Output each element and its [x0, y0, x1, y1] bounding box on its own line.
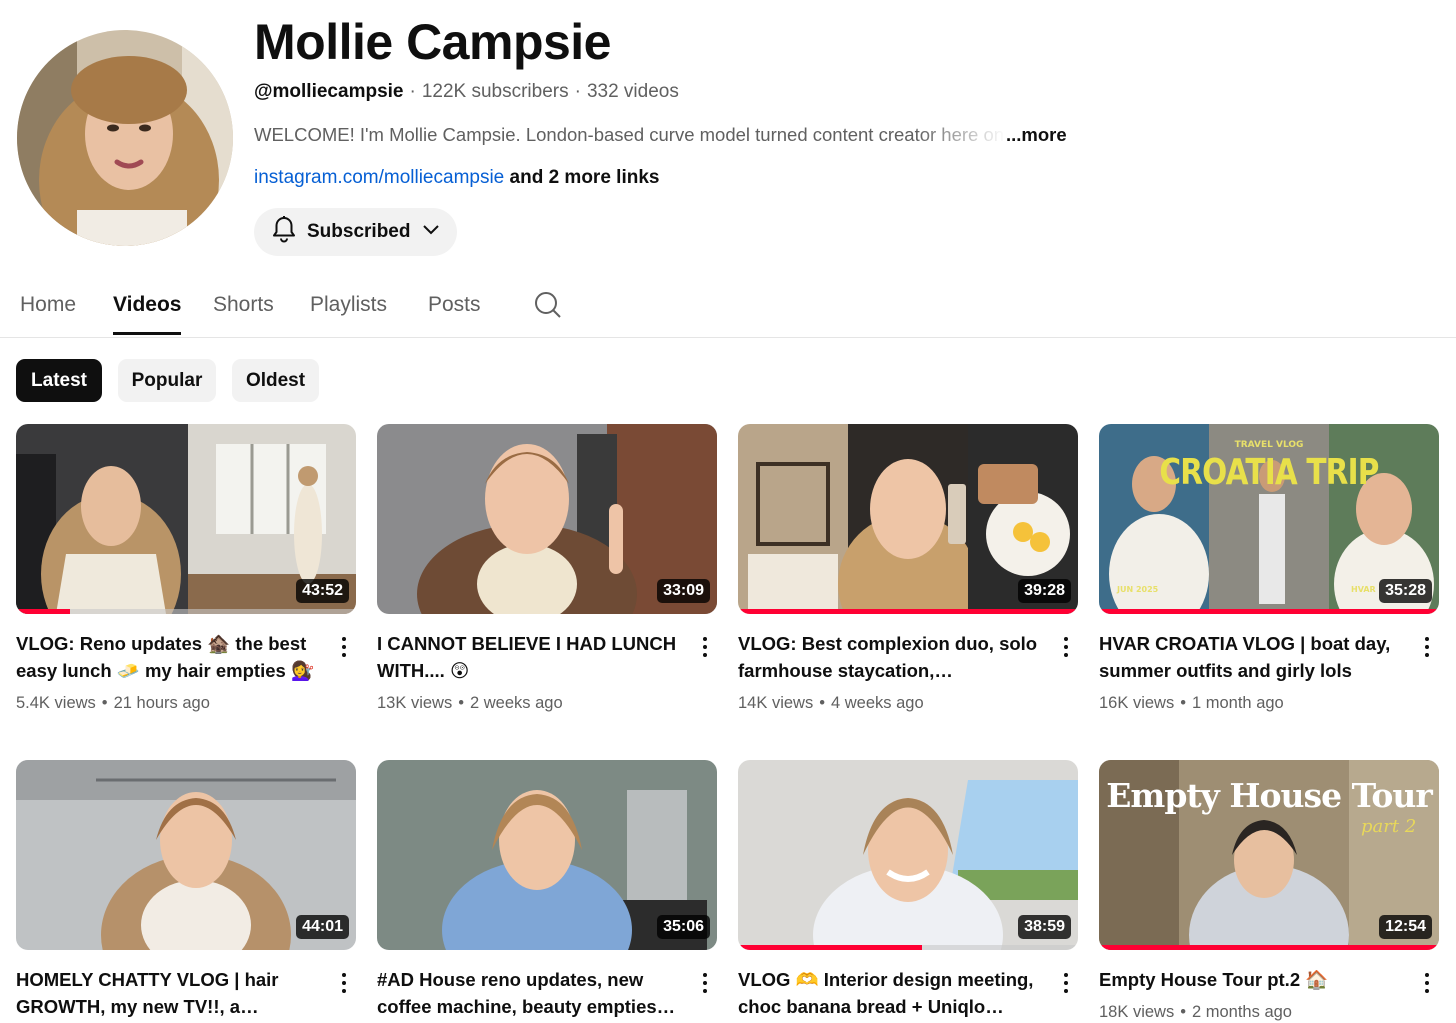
- video-thumbnail[interactable]: 44:01: [16, 760, 356, 950]
- video-duration: 33:09: [657, 579, 710, 603]
- thumbnail-caption-date: JUN 2025: [1117, 585, 1159, 594]
- more-vertical-icon[interactable]: [1417, 634, 1437, 660]
- video-stats: 5.4K views • 21 hours ago: [16, 694, 210, 712]
- channel-tabs: Home Videos Shorts Playlists Posts: [0, 286, 1456, 338]
- upload-age: 2 months ago: [1191, 1003, 1292, 1021]
- video-stats: 13K views • 2 weeks ago: [377, 694, 563, 712]
- video-card: 38:59 VLOG 🫶 Interior design meeting, ch…: [738, 760, 1078, 1017]
- video-thumbnail[interactable]: 38:59: [738, 760, 1078, 950]
- video-title[interactable]: VLOG: Reno updates 🏚️ the best easy lunc…: [16, 630, 324, 684]
- watch-progress: [16, 609, 356, 614]
- channel-description[interactable]: WELCOME! I'm Mollie Campsie. London-base…: [254, 122, 1067, 148]
- subscriber-count: 122K subscribers: [421, 81, 569, 102]
- video-duration: 44:01: [296, 915, 349, 939]
- video-card: Empty House Tour part 2 12:54 Empty Hous…: [1099, 760, 1439, 1021]
- tab-home[interactable]: Home: [20, 292, 76, 332]
- thumbnail-caption-main: Empty House Tour: [1106, 776, 1432, 815]
- video-card: 33:09 I CANNOT BELIEVE I HAD LUNCH WITH.…: [377, 424, 717, 712]
- channel-handle: @molliecampsie: [254, 81, 404, 102]
- tab-posts[interactable]: Posts: [428, 292, 481, 332]
- more-button[interactable]: ...more: [1006, 124, 1067, 145]
- video-thumbnail[interactable]: 33:09: [377, 424, 717, 614]
- watch-progress: [1099, 609, 1439, 614]
- watch-progress: [1099, 945, 1439, 950]
- thumbnail-caption-top: TRAVEL VLOG: [1234, 440, 1304, 450]
- video-title[interactable]: Empty House Tour pt.2 🏠: [1099, 966, 1407, 993]
- video-card: 43:52 VLOG: Reno updates 🏚️ the best eas…: [16, 424, 356, 712]
- video-duration: 35:06: [657, 915, 710, 939]
- thumbnail-caption-place: HVAR: [1351, 585, 1376, 594]
- video-title[interactable]: #AD House reno updates, new coffee machi…: [377, 966, 685, 1020]
- thumbnail-caption-main: CROATIA TRIP: [1159, 452, 1379, 493]
- chip-popular[interactable]: Popular: [118, 359, 216, 402]
- video-stats: 18K views • 2 months ago: [1099, 1003, 1292, 1021]
- description-text: WELCOME! I'm Mollie Campsie. London-base…: [254, 124, 1005, 145]
- video-card: TRAVEL VLOG CROATIA TRIP JUN 2025 HVAR 3…: [1099, 424, 1439, 712]
- subscribed-button[interactable]: Subscribed: [254, 208, 457, 256]
- bell-icon: [271, 215, 297, 249]
- more-vertical-icon[interactable]: [1056, 634, 1076, 660]
- video-duration: 39:28: [1018, 579, 1071, 603]
- upload-age: 1 month ago: [1191, 694, 1284, 712]
- video-count: 332 videos: [586, 81, 679, 102]
- video-thumbnail[interactable]: 43:52: [16, 424, 356, 614]
- video-title[interactable]: I CANNOT BELIEVE I HAD LUNCH WITH.... 😲: [377, 630, 685, 684]
- view-count: 13K views: [377, 694, 453, 712]
- channel-meta: @molliecampsie · 122K subscribers · 332 vide…: [254, 81, 679, 102]
- more-vertical-icon[interactable]: [695, 634, 715, 660]
- video-title[interactable]: VLOG: Best complexion duo, solo farmhous…: [738, 630, 1046, 684]
- more-vertical-icon[interactable]: [1056, 970, 1076, 996]
- thumbnail-caption-script: part 2: [1361, 816, 1417, 837]
- video-thumbnail[interactable]: 35:06: [377, 760, 717, 950]
- video-card: 35:06 #AD House reno updates, new coffee…: [377, 760, 717, 1017]
- video-card: 44:01 HOMELY CHATTY VLOG | hair GROWTH, …: [16, 760, 356, 1017]
- video-card: 39:28 VLOG: Best complexion duo, solo fa…: [738, 424, 1078, 712]
- channel-avatar: [17, 30, 233, 246]
- more-vertical-icon[interactable]: [334, 970, 354, 996]
- search-icon[interactable]: [534, 290, 562, 325]
- video-title[interactable]: HVAR CROATIA VLOG | boat day, summer out…: [1099, 630, 1407, 684]
- view-count: 18K views: [1099, 1003, 1175, 1021]
- chip-latest[interactable]: Latest: [16, 359, 102, 402]
- tab-shorts[interactable]: Shorts: [213, 292, 274, 332]
- subscribed-label: Subscribed: [307, 221, 411, 242]
- video-title[interactable]: HOMELY CHATTY VLOG | hair GROWTH, my new…: [16, 966, 324, 1020]
- watch-progress: [738, 945, 1078, 950]
- video-duration: 38:59: [1018, 915, 1071, 939]
- view-count: 16K views: [1099, 694, 1175, 712]
- more-links-button[interactable]: and 2 more links: [504, 167, 660, 188]
- video-title[interactable]: VLOG 🫶 Interior design meeting, choc ban…: [738, 966, 1046, 1020]
- upload-age: 4 weeks ago: [830, 694, 924, 712]
- video-thumbnail[interactable]: Empty House Tour part 2 12:54: [1099, 760, 1439, 950]
- chevron-down-icon: [420, 218, 442, 246]
- view-count: 5.4K views: [16, 694, 96, 712]
- view-count: 14K views: [738, 694, 814, 712]
- watch-progress: [738, 609, 1078, 614]
- tab-videos[interactable]: Videos: [113, 292, 182, 335]
- upload-age: 2 weeks ago: [469, 694, 563, 712]
- chip-oldest[interactable]: Oldest: [232, 359, 319, 402]
- video-thumbnail[interactable]: TRAVEL VLOG CROATIA TRIP JUN 2025 HVAR 3…: [1099, 424, 1439, 614]
- tab-playlists[interactable]: Playlists: [310, 292, 387, 332]
- video-stats: 16K views • 1 month ago: [1099, 694, 1284, 712]
- more-vertical-icon[interactable]: [695, 970, 715, 996]
- video-duration: 12:54: [1379, 915, 1432, 939]
- channel-name: Mollie Campsie: [254, 14, 612, 70]
- video-stats: 14K views • 4 weeks ago: [738, 694, 924, 712]
- video-duration: 35:28: [1379, 579, 1432, 603]
- more-vertical-icon[interactable]: [1417, 970, 1437, 996]
- instagram-link[interactable]: instagram.com/molliecampsie: [254, 167, 504, 188]
- video-duration: 43:52: [296, 579, 349, 603]
- channel-links: instagram.com/molliecampsie and 2 more l…: [254, 165, 659, 191]
- more-vertical-icon[interactable]: [334, 634, 354, 660]
- video-thumbnail[interactable]: 39:28: [738, 424, 1078, 614]
- upload-age: 21 hours ago: [113, 694, 210, 712]
